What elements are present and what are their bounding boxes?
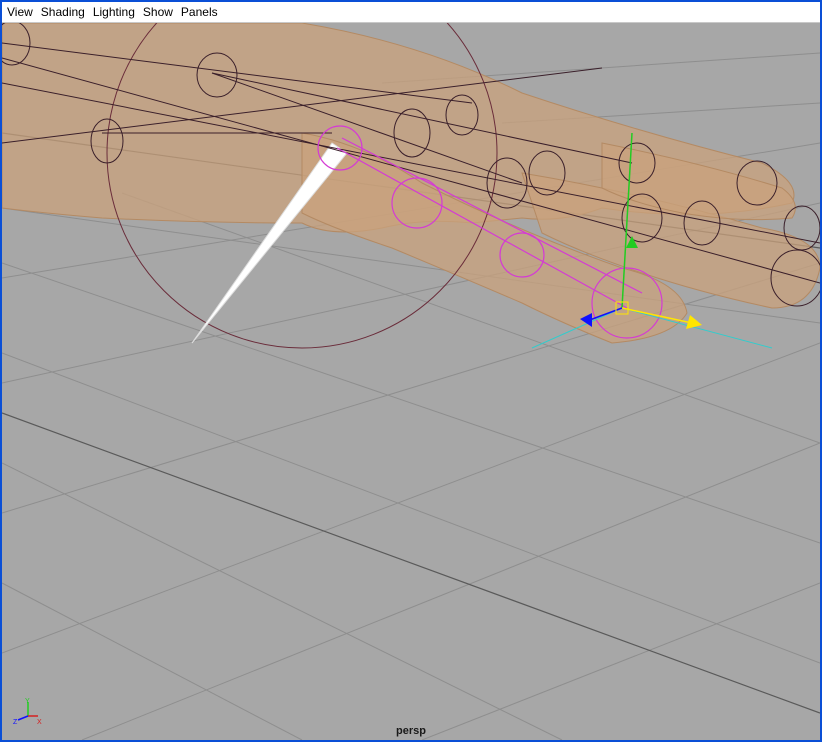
view-axis-indicator: Y Z X: [12, 696, 48, 728]
camera-name-label: persp: [396, 725, 426, 737]
menu-panels[interactable]: Panels: [177, 2, 222, 22]
maya-viewport-window: View Shading Lighting Show Panels Y Z X …: [0, 0, 822, 742]
viewport-scene: [2, 23, 820, 740]
menu-view[interactable]: View: [2, 2, 37, 22]
axis-gizmo-icon: Y Z X: [13, 698, 42, 726]
panel-menubar: View Shading Lighting Show Panels: [2, 2, 820, 23]
perspective-viewport[interactable]: [2, 23, 820, 740]
menu-show[interactable]: Show: [139, 2, 177, 22]
menu-lighting[interactable]: Lighting: [89, 2, 139, 22]
menu-shading[interactable]: Shading: [37, 2, 89, 22]
axis-y-label: Y: [25, 698, 30, 705]
